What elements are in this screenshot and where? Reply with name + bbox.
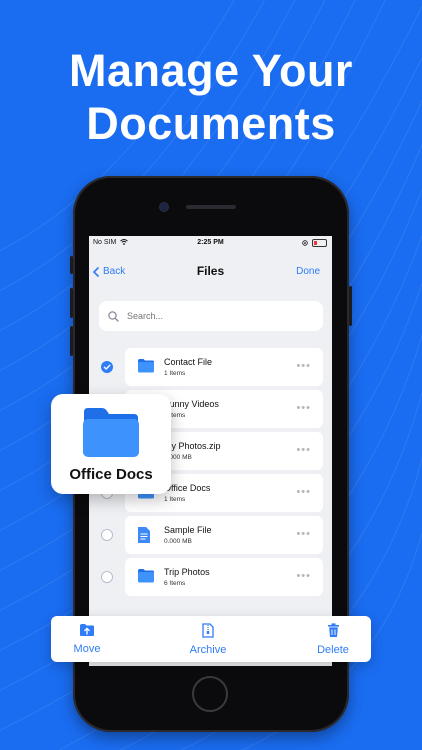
file-name: Sample File <box>164 525 212 535</box>
file-name: Trip Photos <box>164 567 210 577</box>
trash-icon <box>327 623 339 637</box>
home-button[interactable] <box>192 676 228 712</box>
navigation-bar: Back Files Done <box>89 254 332 288</box>
phone-volume-down <box>70 326 73 356</box>
more-options-icon[interactable]: ••• <box>296 444 311 456</box>
more-options-icon[interactable]: ••• <box>296 402 311 414</box>
office-docs-card-label: Office Docs <box>69 466 153 483</box>
file-name: Office Docs <box>164 483 211 493</box>
checkbox[interactable] <box>101 571 113 583</box>
delete-button[interactable]: Delete <box>309 623 357 656</box>
rotation-lock-icon <box>302 240 308 246</box>
file-card[interactable]: Trip Photos 6 Items ••• <box>125 558 323 596</box>
bottom-toolbar: Move Archive Delete <box>51 616 371 662</box>
phone-volume-up <box>70 288 73 318</box>
document-icon <box>137 526 151 549</box>
checkbox[interactable] <box>101 529 113 541</box>
search-icon <box>108 310 119 322</box>
checkmark-icon <box>103 364 111 370</box>
headline-line-1: Manage Your <box>69 45 353 96</box>
file-meta: 1 Items <box>164 370 186 377</box>
checkbox-checked[interactable] <box>101 361 113 373</box>
headline: Manage Your Documents <box>0 44 422 150</box>
move-label: Move <box>73 643 101 655</box>
file-row[interactable]: Contact File 1 Items ••• <box>89 348 332 386</box>
archive-button[interactable]: Archive <box>183 623 233 656</box>
delete-label: Delete <box>317 644 349 656</box>
more-options-icon[interactable]: ••• <box>296 528 311 540</box>
archive-label: Archive <box>189 644 227 656</box>
headline-line-2: Documents <box>86 98 336 149</box>
status-time: 2:25 PM <box>197 239 224 246</box>
phone-side-button <box>70 256 73 274</box>
file-meta: 0.000 MB <box>164 538 192 545</box>
file-name: Contact File <box>164 357 213 367</box>
search-input[interactable] <box>125 310 309 322</box>
folder-icon <box>137 358 155 378</box>
folder-icon <box>83 408 139 457</box>
search-bar[interactable] <box>99 301 323 331</box>
earpiece-speaker <box>186 205 236 209</box>
more-options-icon[interactable]: ••• <box>296 360 311 372</box>
file-meta: 1 Items <box>164 496 186 503</box>
file-card[interactable]: Contact File 1 Items ••• <box>125 348 323 386</box>
file-name: Funny Videos <box>164 399 219 409</box>
file-card[interactable]: Sample File 0.000 MB ••• <box>125 516 323 554</box>
done-button[interactable]: Done <box>296 266 320 277</box>
battery-icon <box>312 239 327 247</box>
archive-icon <box>202 623 214 638</box>
move-folder-icon <box>80 624 94 636</box>
status-right <box>302 239 327 247</box>
move-button[interactable]: Move <box>65 623 109 655</box>
file-row[interactable]: Trip Photos 6 Items ••• <box>89 558 332 596</box>
file-meta: 6 Items <box>164 580 186 587</box>
office-docs-card[interactable]: Office Docs <box>51 394 171 494</box>
file-name: My Photos.zip <box>164 441 221 451</box>
more-options-icon[interactable]: ••• <box>296 570 311 582</box>
folder-icon <box>137 568 155 588</box>
phone-power-button <box>349 286 352 326</box>
more-options-icon[interactable]: ••• <box>296 486 311 498</box>
status-bar: No SIM 2:25 PM <box>89 236 332 250</box>
file-row[interactable]: Sample File 0.000 MB ••• <box>89 516 332 554</box>
front-camera <box>160 203 168 211</box>
